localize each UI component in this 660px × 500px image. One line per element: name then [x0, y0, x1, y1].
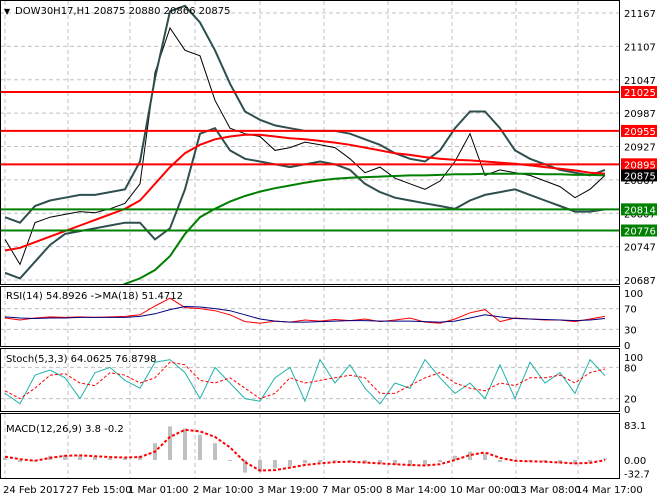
y-tick-label: 20927 — [624, 143, 656, 154]
stoch-title: Stoch(5,3,3) 64.0625 76.8798 — [6, 354, 157, 365]
y-tick-label: 30 — [624, 325, 637, 336]
x-tick-label: 7 Mar 05:00 — [322, 485, 382, 496]
y-tick-label: 0 — [624, 341, 630, 352]
x-tick-label: 27 Feb 15:00 — [66, 485, 132, 496]
y-tick-label: 80 — [624, 363, 637, 374]
grid — [0, 1, 620, 478]
macd-histogram-bar — [183, 428, 187, 460]
y-tick-label: 100 — [624, 289, 643, 300]
y-tick-label: 21047 — [624, 76, 656, 87]
y-tick-label: 20747 — [624, 243, 656, 254]
current-price-label: 20875 — [624, 171, 656, 182]
level-label: 20955 — [624, 127, 656, 138]
macd-histogram-bar — [168, 426, 172, 460]
macd-histogram-bar — [423, 460, 427, 466]
x-tick-label: 2 Mar 10:00 — [193, 485, 253, 496]
macd-histogram-bar — [228, 460, 232, 461]
macd-histogram-bar — [438, 460, 442, 463]
chart-marks — [0, 4, 620, 473]
macd-histogram-bar — [213, 443, 217, 460]
macd-histogram-bar — [288, 460, 292, 467]
macd-histogram-bar — [303, 460, 307, 464]
y-tick-label: -32.7 — [624, 470, 650, 481]
x-tick-label: 13 Mar 08:00 — [514, 485, 581, 496]
y-tick-label: 83.1 — [624, 421, 646, 432]
y-tick-label: 20687 — [624, 276, 656, 287]
y-tick-label: 0 — [624, 405, 630, 416]
dropdown-triangle-icon[interactable]: ▼ — [4, 7, 11, 16]
macd-histogram-bar — [318, 460, 322, 463]
x-tick-label: 1 Mar 01:00 — [128, 485, 188, 496]
macd-histogram-bar — [603, 458, 607, 460]
x-tick-label: 8 Mar 14:00 — [386, 485, 446, 496]
macd-signal-line — [4, 428, 606, 472]
trading-chart[interactable]: 24 Feb 2017 27 Feb 15:001 Mar 01:00 2 Mar … — [0, 0, 660, 500]
stoch-main-line — [4, 358, 606, 405]
rsi-title: RSI(14) 54.8926 ->MA(18) 51.4712 — [6, 291, 183, 302]
y-tick-label: 0.00 — [624, 456, 646, 467]
axis-labels: 24 Feb 2017 27 Feb 15:001 Mar 01:00 2 Mar … — [3, 9, 657, 496]
macd-histogram-bar — [198, 434, 202, 460]
level-label: 21025 — [624, 88, 656, 99]
main-chart-title: DOW30H17,H1 20875 20880 20866 20875 — [15, 6, 230, 17]
y-tick-label: 100 — [624, 353, 643, 364]
y-tick-label: 21167 — [624, 9, 656, 20]
x-tick-label: 3 Mar 19:00 — [258, 485, 318, 496]
macd-histogram-bar — [498, 460, 502, 463]
macd-histogram-bar — [108, 457, 112, 460]
y-tick-label: 20987 — [624, 109, 656, 120]
y-tick-label: 21107 — [624, 42, 656, 53]
ma-green-line — [122, 172, 606, 284]
y-tick-label: 70 — [624, 305, 637, 316]
ma-red-line — [4, 133, 606, 252]
x-tick-label: 10 Mar 00:00 — [450, 485, 517, 496]
x-tick-label: 24 Feb 2017 — [3, 485, 65, 496]
macd-histogram-bar — [483, 453, 487, 460]
macd-histogram-bar — [333, 460, 337, 461]
x-tick-label: 14 Mar 17:00 — [576, 485, 643, 496]
macd-histogram-bar — [273, 460, 277, 469]
level-label: 20814 — [624, 205, 656, 216]
macd-histogram-bar — [3, 457, 7, 460]
level-label: 20776 — [624, 227, 656, 238]
y-tick-label: 20 — [624, 395, 637, 406]
macd-title: MACD(12,26,9) 3.8 -0.2 — [6, 424, 124, 435]
